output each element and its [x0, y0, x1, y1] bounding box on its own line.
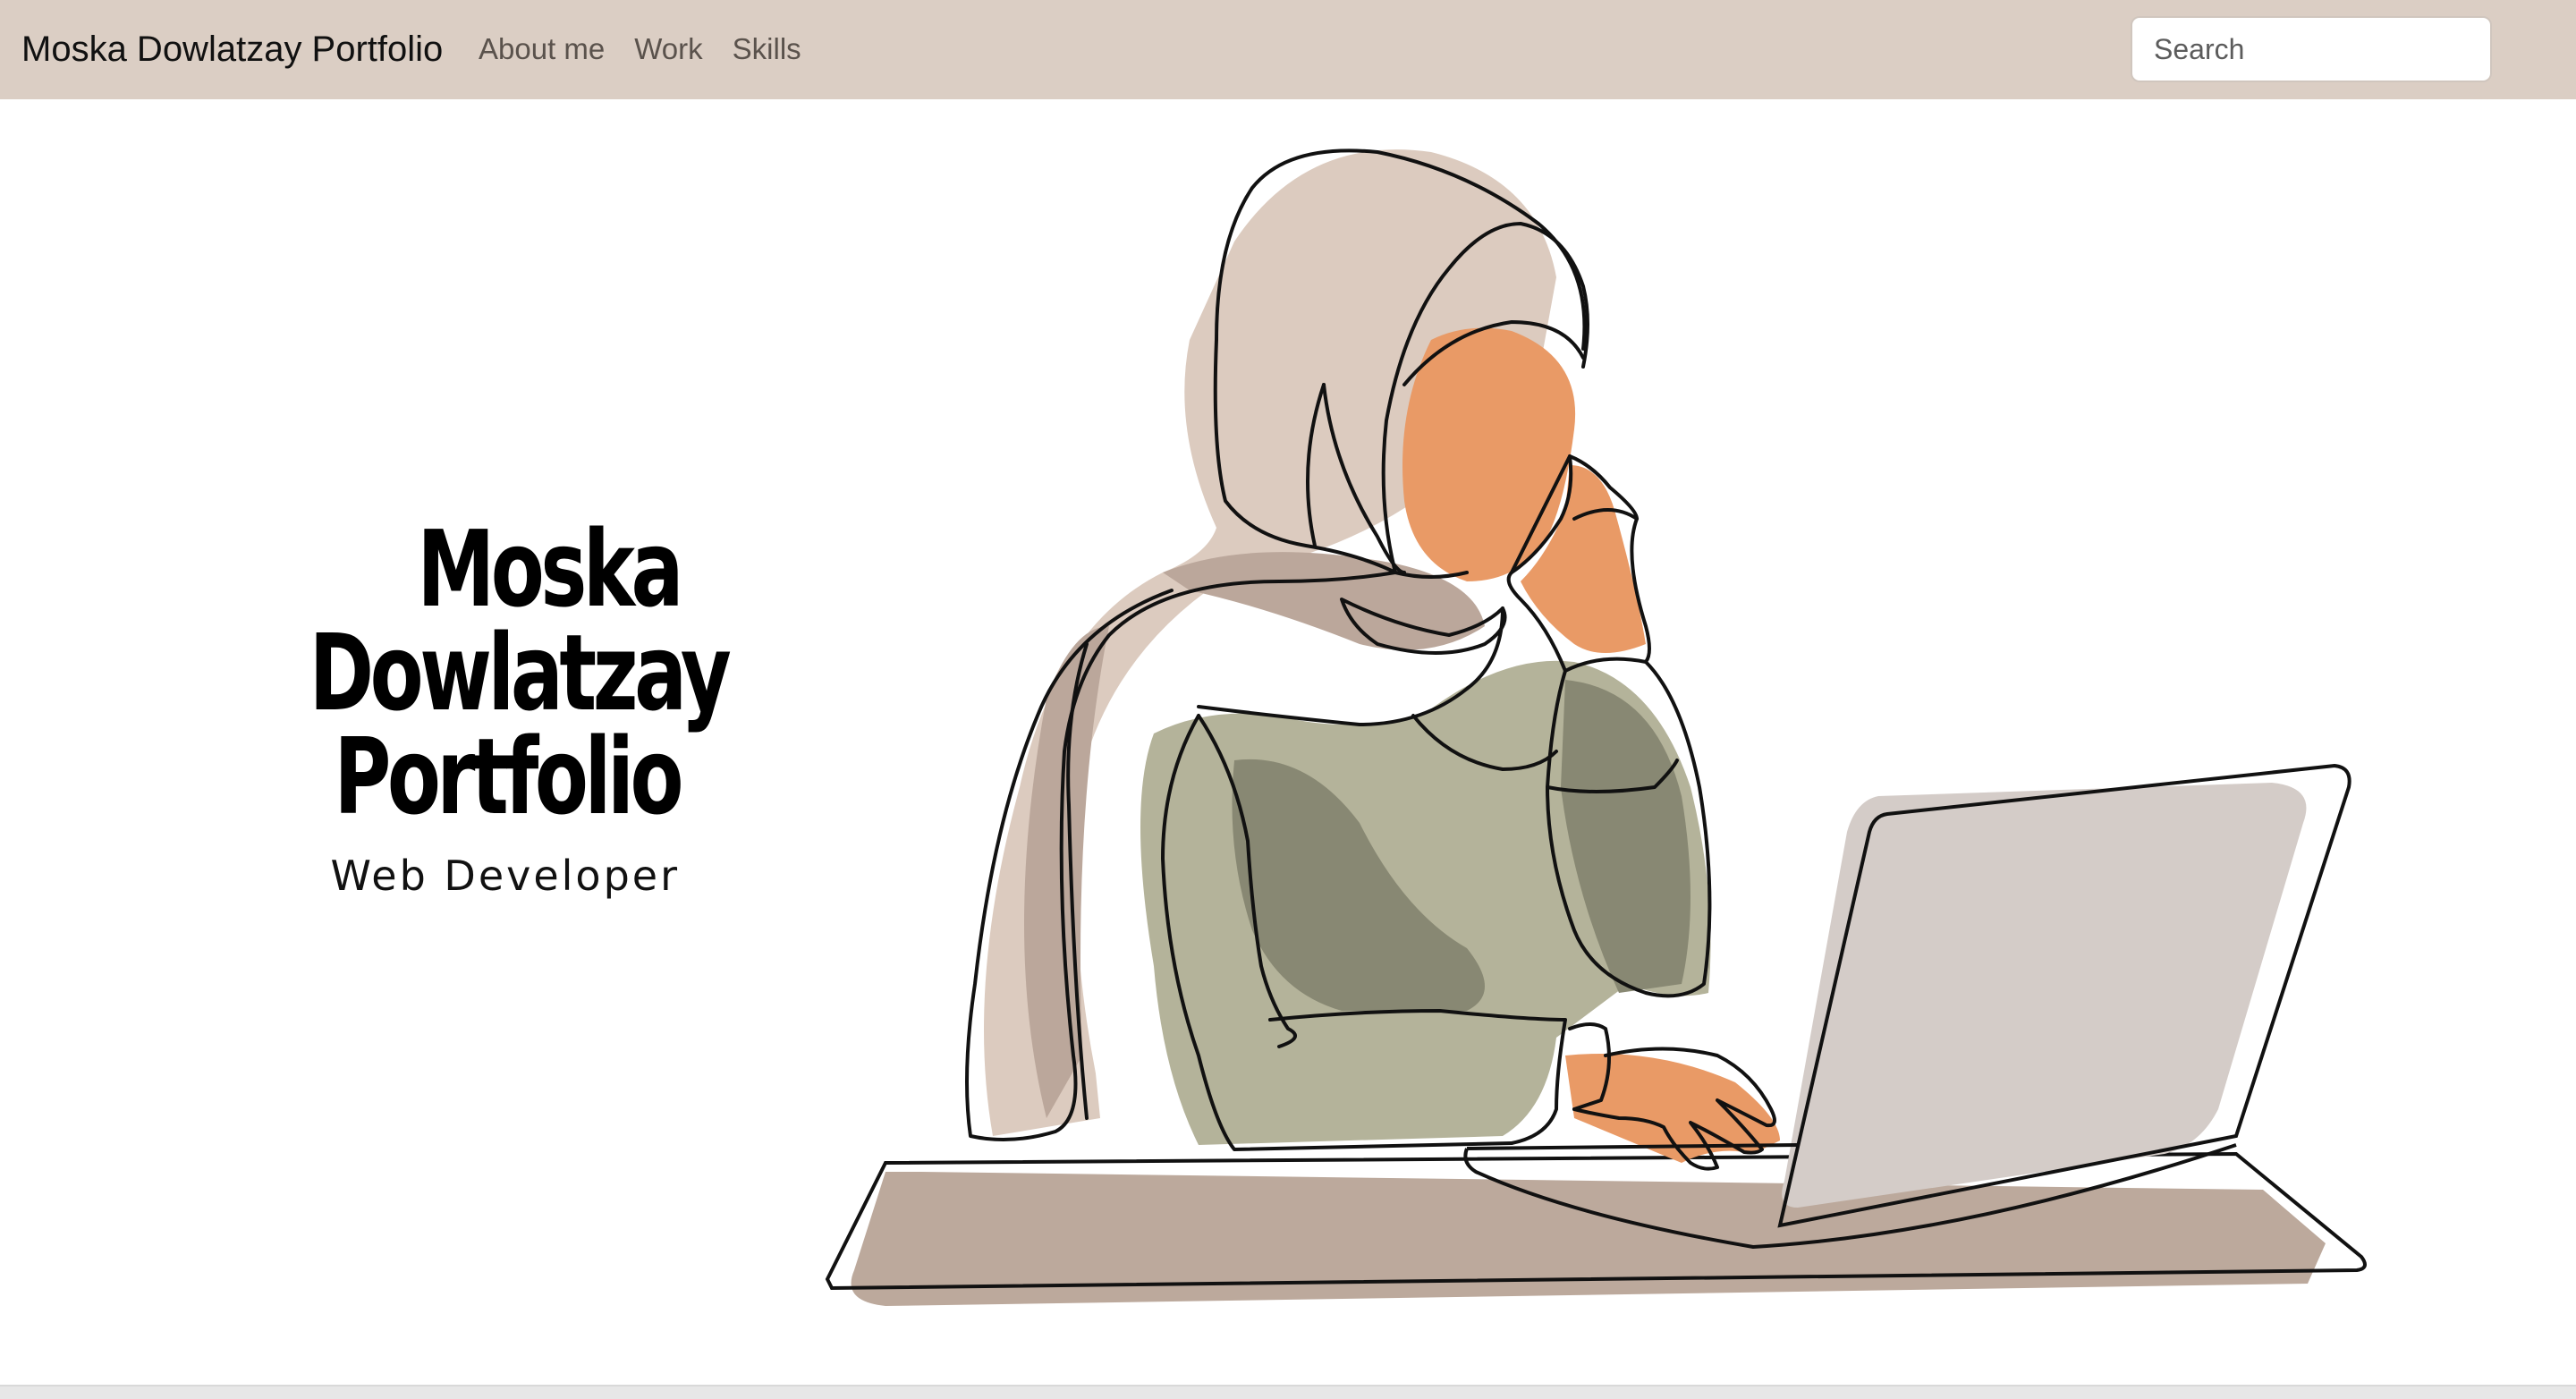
- nav-links: About me Work Skills: [479, 27, 831, 72]
- hijab-side-shadow: [1024, 626, 1109, 1118]
- hero-title-line-3: Portfolio: [334, 715, 683, 838]
- hero-subtitle: Web Developer: [330, 852, 680, 900]
- top-navbar: Moska Dowlatzay Portfolio About me Work …: [0, 0, 2576, 99]
- search-box: [2131, 16, 2492, 82]
- brand-link[interactable]: Moska Dowlatzay Portfolio: [21, 27, 443, 72]
- laptop-screen-fill: [1782, 783, 2307, 1208]
- hijab-shadow: [1163, 552, 1485, 650]
- hero-text: Moska Dowlatzay Portfolio Web Developer: [179, 507, 732, 900]
- woman-with-laptop-illustration: [825, 148, 2367, 1306]
- nav-link-work[interactable]: Work: [634, 27, 702, 72]
- search-input[interactable]: [2154, 32, 2490, 66]
- nav-link-about-me[interactable]: About me: [479, 27, 605, 72]
- bottom-scroll-bar: [0, 1385, 2576, 1399]
- nav-link-skills[interactable]: Skills: [733, 27, 801, 72]
- hero-title-line-1: Moska: [417, 507, 683, 631]
- hero-title-line-2: Dowlatzay: [309, 611, 732, 734]
